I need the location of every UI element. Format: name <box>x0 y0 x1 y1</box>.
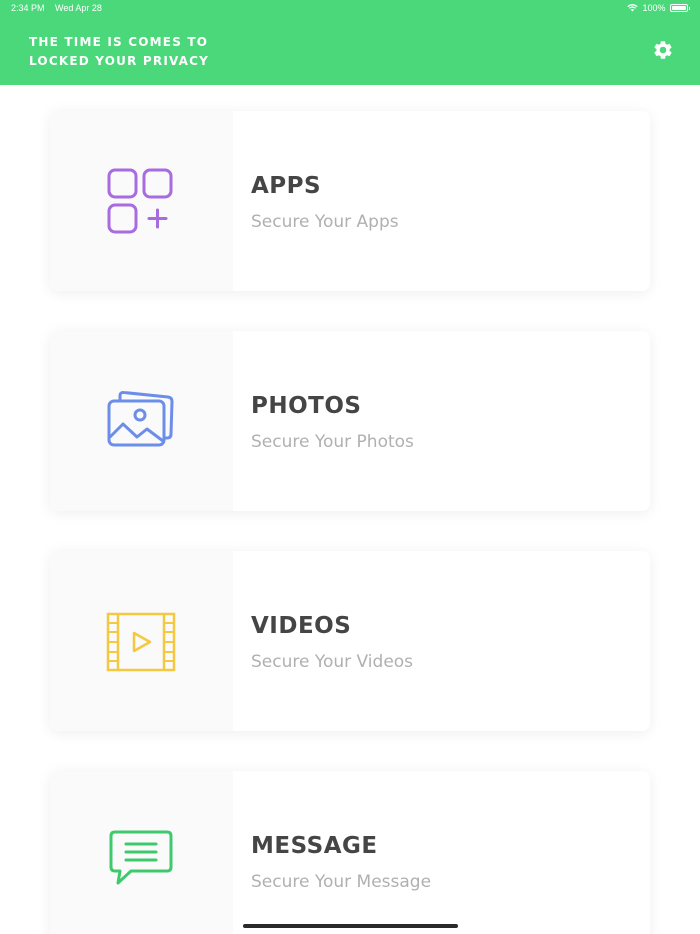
header-title-line2: LOCKED YOUR PRIVACY <box>29 53 210 68</box>
battery-percent: 100% <box>642 3 666 13</box>
battery-icon <box>669 4 688 12</box>
apps-title: APPS <box>251 173 322 199</box>
videos-icon-panel <box>50 551 233 731</box>
status-time: 2:34 PM <box>11 3 45 13</box>
apps-icon-panel <box>50 111 233 291</box>
videos-subtitle: Secure Your Videos <box>251 652 414 672</box>
apps-subtitle: Secure Your Apps <box>251 212 399 232</box>
status-date: Wed Apr 28 <box>55 3 102 13</box>
videos-card[interactable]: VIDEOS Secure Your Videos <box>50 551 650 731</box>
wifi-icon <box>627 4 639 12</box>
gear-icon <box>654 41 672 59</box>
message-bubble-icon <box>109 830 173 885</box>
apps-grid-icon <box>107 168 173 234</box>
app-header: THE TIME IS COMES TO LOCKED YOUR PRIVACY <box>0 18 700 85</box>
header-title-line1: THE TIME IS COMES TO <box>29 35 209 49</box>
message-title: MESSAGE <box>251 833 378 859</box>
video-film-icon <box>106 612 176 672</box>
settings-button[interactable] <box>652 39 674 61</box>
photos-icon-panel <box>50 331 233 511</box>
photos-icon <box>107 390 174 447</box>
apps-card[interactable]: APPS Secure Your Apps <box>50 111 650 291</box>
videos-title: VIDEOS <box>251 613 352 639</box>
photos-card[interactable]: PHOTOS Secure Your Photos <box>50 331 650 511</box>
message-icon-panel <box>50 771 233 934</box>
message-card[interactable]: MESSAGE Secure Your Message <box>50 771 650 934</box>
message-subtitle: Secure Your Message <box>251 872 432 892</box>
header-title: THE TIME IS COMES TO LOCKED YOUR PRIVACY <box>29 33 289 70</box>
photos-subtitle: Secure Your Photos <box>251 432 414 452</box>
home-indicator <box>243 924 458 928</box>
photos-title: PHOTOS <box>251 393 362 419</box>
status-bar: 2:34 PM Wed Apr 28 100% <box>0 0 700 18</box>
